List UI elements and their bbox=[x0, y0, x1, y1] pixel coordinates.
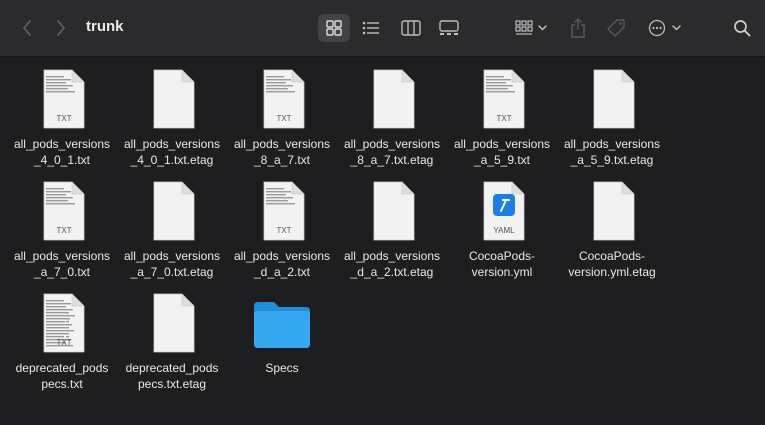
text-document-icon: TXT bbox=[32, 292, 92, 356]
file-type-badge: TXT bbox=[276, 226, 291, 235]
file-item[interactable]: YAML CocoaPods- version.yml bbox=[447, 180, 557, 280]
blank-document-icon bbox=[362, 68, 422, 132]
file-item[interactable]: TXT all_pods_versions _a_7_0.txt bbox=[7, 180, 117, 280]
file-name-label: all_pods_versions _4_0_1.txt bbox=[13, 137, 111, 167]
file-item[interactable]: TXT all_pods_versions _4_0_1.txt bbox=[7, 68, 117, 168]
blank-document-icon bbox=[142, 180, 202, 244]
file-name-label: deprecated_pods pecs.txt bbox=[15, 361, 109, 391]
file-name-label: all_pods_versions _8_a_7.txt bbox=[233, 137, 331, 167]
toolbar: trunk bbox=[0, 0, 765, 57]
group-by-button[interactable] bbox=[510, 14, 552, 42]
file-name-label: all_pods_versions _a_5_9.txt bbox=[453, 137, 551, 167]
file-name-label: Specs bbox=[265, 361, 299, 375]
back-button[interactable] bbox=[18, 18, 36, 38]
chevron-down-icon bbox=[538, 25, 547, 31]
file-item[interactable]: all_pods_versions _8_a_7.txt.etag bbox=[337, 68, 447, 168]
text-document-icon: TXT bbox=[472, 68, 532, 132]
file-name-label: all_pods_versions _a_7_0.txt bbox=[13, 249, 111, 279]
more-actions-button[interactable] bbox=[646, 14, 686, 42]
window-title: trunk bbox=[86, 18, 124, 35]
column-view-button[interactable] bbox=[396, 14, 426, 42]
file-name-label: all_pods_versions _d_a_2.txt.etag bbox=[343, 249, 441, 279]
file-name-label: all_pods_versions _a_7_0.txt.etag bbox=[123, 249, 221, 279]
blank-document-icon bbox=[582, 68, 642, 132]
blank-document-icon bbox=[142, 292, 202, 356]
folder-item[interactable]: Specs bbox=[227, 292, 337, 376]
text-document-icon: TXT bbox=[252, 68, 312, 132]
blank-document-icon bbox=[362, 180, 422, 244]
file-name-label: all_pods_versions _8_a_7.txt.etag bbox=[343, 137, 441, 167]
grid-icon bbox=[326, 20, 342, 36]
file-type-badge: TXT bbox=[56, 114, 71, 123]
file-name-label: deprecated_pods pecs.txt.etag bbox=[125, 361, 219, 391]
forward-button[interactable] bbox=[52, 18, 70, 38]
file-name-label: all_pods_versions _d_a_2.txt bbox=[233, 249, 331, 279]
file-item[interactable]: all_pods_versions _a_7_0.txt.etag bbox=[117, 180, 227, 280]
list-icon bbox=[362, 21, 379, 35]
file-item[interactable]: TXT all_pods_versions _a_5_9.txt bbox=[447, 68, 557, 168]
gallery-view-button[interactable] bbox=[434, 14, 464, 42]
file-item[interactable]: all_pods_versions _4_0_1.txt.etag bbox=[117, 68, 227, 168]
file-name-label: all_pods_versions _a_5_9.txt.etag bbox=[563, 137, 661, 167]
group-by-icon bbox=[515, 20, 547, 35]
search-button[interactable] bbox=[730, 16, 754, 40]
text-document-icon: TXT bbox=[32, 180, 92, 244]
file-name-label: CocoaPods- version.yml bbox=[468, 249, 536, 279]
file-type-badge: TXT bbox=[496, 114, 511, 123]
share-button[interactable] bbox=[566, 14, 590, 42]
file-type-badge: YAML bbox=[493, 226, 515, 235]
file-item[interactable]: TXT deprecated_pods pecs.txt bbox=[7, 292, 117, 392]
file-type-badge: TXT bbox=[56, 338, 71, 347]
file-item[interactable]: all_pods_versions _a_5_9.txt.etag bbox=[557, 68, 667, 168]
tag-icon bbox=[607, 19, 625, 37]
chevron-left-icon bbox=[23, 20, 31, 36]
blank-document-icon bbox=[142, 68, 202, 132]
chevron-down-icon bbox=[672, 25, 681, 31]
icon-view-button[interactable] bbox=[318, 14, 350, 42]
file-name-label: all_pods_versions _4_0_1.txt.etag bbox=[123, 137, 221, 167]
tag-button[interactable] bbox=[602, 14, 630, 42]
file-name-label: CocoaPods- version.yml.etag bbox=[568, 249, 656, 279]
file-item[interactable]: TXT all_pods_versions _d_a_2.txt bbox=[227, 180, 337, 280]
search-icon bbox=[734, 20, 751, 37]
text-document-icon: TXT bbox=[252, 180, 312, 244]
columns-icon bbox=[401, 20, 421, 36]
file-item[interactable]: CocoaPods- version.yml.etag bbox=[557, 180, 667, 280]
ellipsis-icon bbox=[648, 19, 681, 37]
gallery-icon bbox=[439, 20, 459, 35]
file-item[interactable]: deprecated_pods pecs.txt.etag bbox=[117, 292, 227, 392]
share-icon bbox=[571, 18, 585, 38]
list-view-button[interactable] bbox=[356, 14, 386, 42]
blank-document-icon bbox=[582, 180, 642, 244]
text-document-icon: TXT bbox=[32, 68, 92, 132]
file-item[interactable]: TXT all_pods_versions _8_a_7.txt bbox=[227, 68, 337, 168]
file-type-badge: TXT bbox=[276, 114, 291, 123]
file-grid: TXT all_pods_versions _4_0_1.txt all_pods_… bbox=[0, 57, 765, 425]
chevron-right-icon bbox=[57, 20, 65, 36]
file-type-badge: TXT bbox=[56, 226, 71, 235]
file-item[interactable]: all_pods_versions _d_a_2.txt.etag bbox=[337, 180, 447, 280]
folder-icon bbox=[252, 292, 312, 356]
yaml-file-icon: YAML bbox=[472, 180, 532, 244]
